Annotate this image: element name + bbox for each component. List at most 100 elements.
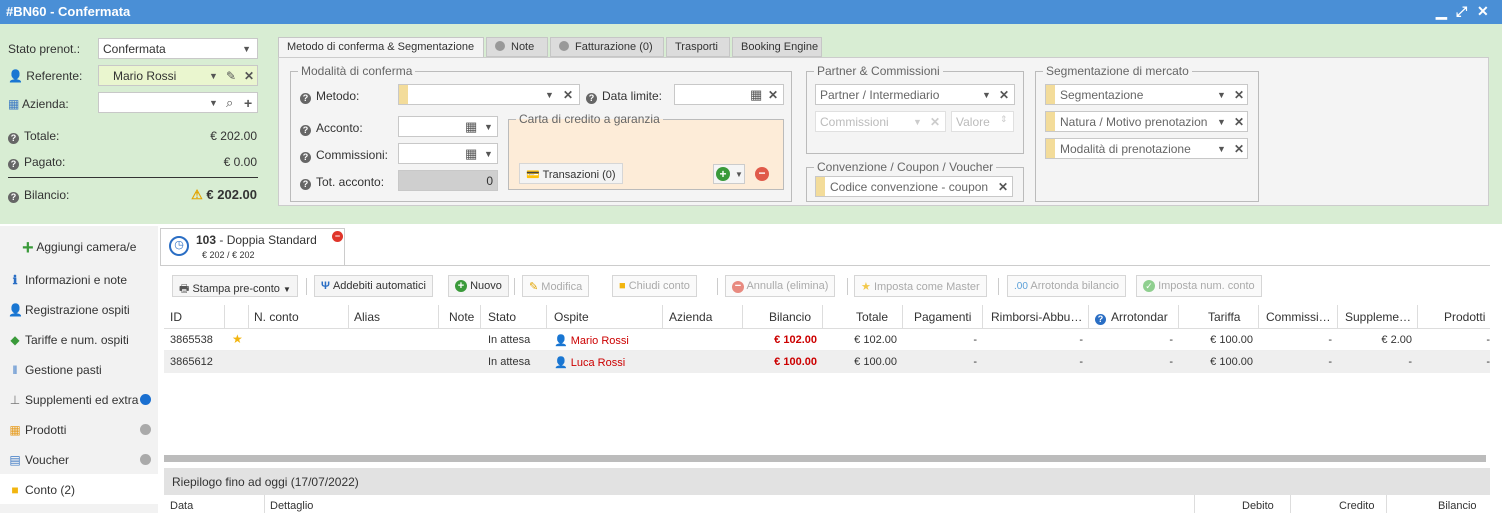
col-stato[interactable]: Stato (488, 310, 516, 324)
help-icon: ? (8, 192, 19, 203)
partner-select[interactable]: Partner / Intermediario ▼ ✕ (815, 84, 1015, 105)
chiudi-conto-button[interactable]: ■ Chiudi conto (612, 275, 697, 297)
edit-icon[interactable]: ✎ (226, 69, 236, 83)
col-dettaglio[interactable]: Dettaglio (270, 500, 313, 512)
commissioni-field[interactable]: ▦ ▼ (398, 143, 498, 164)
partner-legend: Partner & Commissioni (817, 64, 940, 78)
col-id[interactable]: ID (170, 310, 182, 324)
imposta-master-button[interactable]: ★ Imposta come Master (854, 275, 987, 297)
sidebar-item-tariffe[interactable]: ◆ Tariffe e num. ospiti (0, 324, 158, 354)
col-alias[interactable]: Alias (354, 310, 380, 324)
pagato-value: € 0.00 (223, 155, 257, 169)
table-row[interactable]: 3865612 In attesa 👤 Luca Rossi € 100.00 … (164, 351, 1490, 373)
maximize-icon[interactable]: ⤢ (1456, 3, 1467, 20)
sidebar-item-prodotti[interactable]: ▦ Prodotti (0, 414, 158, 444)
col-supplementi[interactable]: Suppleme… (1345, 310, 1411, 324)
chevron-down-icon[interactable]: ▼ (545, 90, 554, 100)
azienda-field[interactable]: ▼ ⌕ + (98, 92, 258, 113)
convenzione-field[interactable]: Codice convenzione - coupon ✕ (815, 176, 1013, 197)
sidebar-item-informazioni[interactable]: ℹ Informazioni e note (0, 264, 158, 294)
sidebar-item-pasti[interactable]: ‖ Gestione pasti (0, 354, 158, 384)
col-rimborsi[interactable]: Rimborsi-Abbu… (991, 310, 1082, 324)
room-tab[interactable]: ◷ 103 - Doppia Standard € 202 / € 202 − (160, 228, 345, 266)
transazioni-button[interactable]: 💳 Transazioni (0) (519, 163, 623, 184)
modifica-button[interactable]: ✎ Modifica (522, 275, 590, 297)
add-card-button[interactable]: + ▼ (713, 164, 745, 184)
pagato-label-text: Pagato: (24, 155, 66, 169)
modalita-prenotazione-select[interactable]: Modalità di prenotazione ▼ ✕ (1045, 138, 1248, 159)
col-azienda[interactable]: Azienda (669, 310, 712, 324)
col-note[interactable]: Note (449, 310, 474, 324)
calculator-icon[interactable]: ▦ (465, 119, 477, 135)
col-bilancio[interactable]: Bilancio (769, 310, 811, 324)
nuovo-button[interactable]: + Nuovo (448, 275, 509, 297)
chevron-down-icon[interactable]: ▼ (1217, 90, 1226, 100)
col-ospite[interactable]: Ospite (554, 310, 589, 324)
data-limite-field[interactable]: ▦ ✕ (674, 84, 784, 105)
cell-prodotti: - (1486, 334, 1490, 346)
sidebar-item-supplementi[interactable]: ⊥ Supplementi ed extra (0, 384, 158, 414)
segmentazione-select[interactable]: Segmentazione ▼ ✕ (1045, 84, 1248, 105)
acconto-field[interactable]: ▦ ▼ (398, 116, 498, 137)
sidebar-item-voucher[interactable]: ▤ Voucher (0, 444, 158, 474)
col-tariffa[interactable]: Tariffa (1208, 310, 1240, 324)
divider (1178, 305, 1179, 329)
clear-icon[interactable]: ✕ (1234, 115, 1245, 129)
add-icon[interactable]: + (244, 95, 252, 111)
tab-fatturazione[interactable]: Fatturazione (0) (550, 37, 664, 57)
close-room-icon[interactable]: − (332, 231, 343, 242)
cell-stato: In attesa (488, 356, 531, 368)
cell-ospite[interactable]: 👤 Mario Rossi (554, 334, 629, 347)
col-n-conto[interactable]: N. conto (254, 310, 299, 324)
col-prodotti[interactable]: Prodotti (1444, 310, 1485, 324)
clear-icon[interactable]: ✕ (999, 88, 1009, 102)
col-commissioni[interactable]: Commissi… (1266, 310, 1331, 324)
col-pagamenti[interactable]: Pagamenti (914, 310, 971, 324)
horizontal-scrollbar[interactable] (164, 455, 1486, 462)
chevron-down-icon[interactable]: ▼ (484, 122, 493, 132)
remove-card-icon[interactable]: − (755, 167, 769, 181)
addebiti-automatici-button[interactable]: Ψ Addebiti automatici (314, 275, 433, 297)
search-icon[interactable]: ⌕ (226, 95, 233, 111)
stampa-preconto-button[interactable]: 🖶 Stampa pre-conto ▼ (172, 275, 298, 297)
natura-select[interactable]: Natura / Motivo prenotazion ▼ ✕ (1045, 111, 1248, 132)
col-debito[interactable]: Debito (1242, 500, 1274, 512)
tab-note[interactable]: Note (486, 37, 548, 57)
imposta-num-conto-button[interactable]: ✓ Imposta num. conto (1136, 275, 1262, 297)
calculator-icon[interactable]: ▦ (465, 146, 477, 162)
close-icon[interactable]: ✕ (1477, 3, 1489, 20)
table-row[interactable]: 3865538 ★ In attesa 👤 Mario Rossi € 102.… (164, 329, 1490, 351)
col-arrotondar[interactable]: ? Arrotondar (1095, 310, 1168, 325)
chevron-down-icon[interactable]: ▼ (1217, 117, 1226, 127)
minimize-icon[interactable]: ▁ (1436, 3, 1447, 20)
arrotonda-bilancio-button[interactable]: .00 Arrotonda bilancio (1007, 275, 1127, 297)
chevron-down-icon[interactable]: ▼ (1217, 144, 1226, 154)
cell-ospite[interactable]: 👤 Luca Rossi (554, 356, 625, 369)
col-bilancio-summary[interactable]: Bilancio (1438, 500, 1477, 512)
clear-icon[interactable]: ✕ (1234, 88, 1244, 102)
annulla-button[interactable]: − Annulla (elimina) (725, 275, 836, 297)
tab-metodo-conferma[interactable]: Metodo di conferma & Segmentazione (278, 37, 484, 57)
col-totale[interactable]: Totale (856, 310, 888, 324)
sidebar-item-registrazione[interactable]: 👤 Registrazione ospiti (0, 294, 158, 324)
clear-icon[interactable]: ✕ (1234, 142, 1244, 156)
clear-icon[interactable]: ✕ (563, 88, 573, 102)
metodo-select[interactable]: ▼ ✕ (398, 84, 580, 105)
chevron-down-icon[interactable]: ▼ (982, 90, 991, 100)
chevron-down-icon[interactable]: ▼ (484, 149, 493, 159)
col-credito[interactable]: Credito (1339, 500, 1374, 512)
calendar-icon[interactable]: ▦ (750, 87, 762, 103)
tab-booking-engine[interactable]: Booking Engine (732, 37, 822, 57)
referente-field[interactable]: Mario Rossi ▼ ✎ ✕ (98, 65, 258, 86)
sidebar-item-conto[interactable]: ■ Conto (2) (0, 474, 158, 504)
chevron-down-icon[interactable]: ▼ (209, 98, 218, 108)
col-data[interactable]: Data (170, 500, 193, 512)
stato-select[interactable]: Confermata ▼ (98, 38, 258, 59)
chevron-down-icon[interactable]: ▼ (209, 71, 218, 81)
tab-trasporti[interactable]: Trasporti (666, 37, 730, 57)
clear-icon[interactable]: ✕ (244, 69, 254, 83)
clear-icon[interactable]: ✕ (998, 180, 1008, 194)
clear-icon[interactable]: ✕ (768, 88, 778, 102)
help-icon: ? (300, 93, 311, 104)
add-room-button[interactable]: + Aggiungi camera/e (0, 230, 158, 260)
